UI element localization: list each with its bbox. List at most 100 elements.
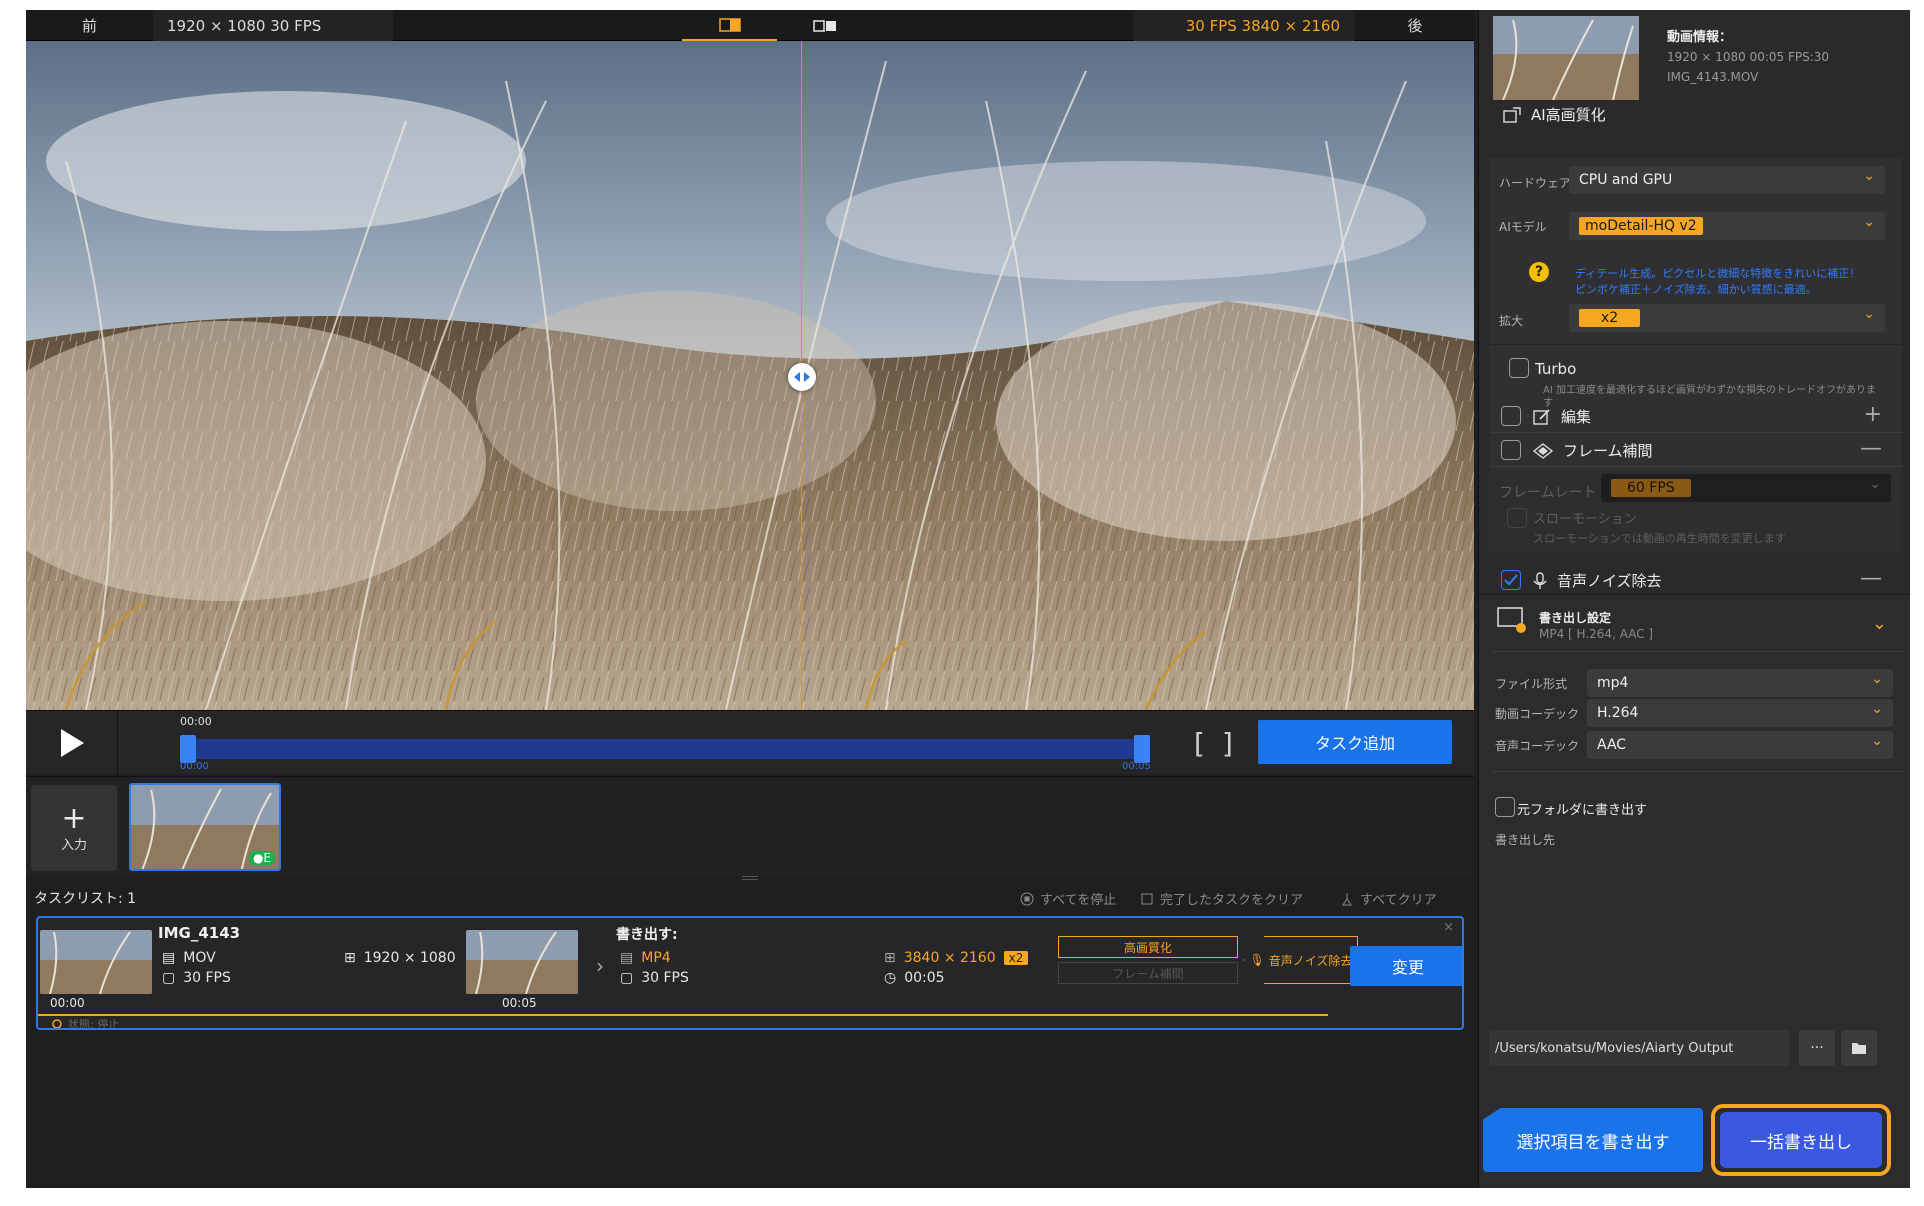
- app-window: 前 1920 × 1080 30 FPS 30 FPS 3840 × 2160 …: [26, 10, 1910, 1188]
- edit-checkbox[interactable]: [1501, 406, 1521, 426]
- add-task-button[interactable]: タスク追加: [1258, 720, 1452, 764]
- clear-done-button[interactable]: 完了したタスクをクリア: [1140, 889, 1303, 908]
- before-label: 前: [81, 17, 97, 35]
- timeline-track[interactable]: [180, 739, 1150, 759]
- video-preview[interactable]: [26, 41, 1474, 710]
- audio-codec-select[interactable]: AAC ⌄: [1587, 731, 1893, 759]
- video-codec-select[interactable]: H.264 ⌄: [1587, 699, 1893, 727]
- help-icon[interactable]: ?: [1529, 262, 1549, 282]
- export-label: 書き出す:: [616, 927, 678, 943]
- progress-bar: [38, 1014, 1328, 1016]
- slowmo-checkbox[interactable]: [1507, 508, 1527, 528]
- chevron-down-icon: ⌄: [1863, 168, 1875, 184]
- media-thumbnail[interactable]: ●E: [129, 783, 281, 871]
- turbo-checkbox[interactable]: [1509, 358, 1529, 378]
- edit-icon: [1533, 408, 1550, 425]
- export-selected-button[interactable]: 選択項目を書き出す: [1483, 1108, 1703, 1172]
- input-button[interactable]: + 入力: [31, 785, 117, 871]
- hardware-select[interactable]: CPU and GPU ⌄: [1569, 166, 1885, 194]
- fps-icon: ▢: [620, 970, 634, 986]
- side-by-side-button[interactable]: [777, 10, 872, 41]
- edit-header[interactable]: 編集: [1533, 406, 1591, 427]
- change-button[interactable]: 変更: [1350, 946, 1462, 986]
- hardware-label: ハードウェア: [1499, 176, 1572, 190]
- destination-path-field[interactable]: /Users/konatsu/Movies/Aiarty Output: [1489, 1030, 1789, 1066]
- resize-grip[interactable]: [742, 876, 758, 880]
- audio-denoise-collapse-icon[interactable]: —: [1860, 566, 1882, 591]
- broom-icon: [1342, 892, 1352, 905]
- frame-interp-checkbox[interactable]: [1501, 440, 1521, 460]
- range-end-time: 00:05: [1122, 761, 1151, 772]
- export-all-button-highlight[interactable]: 一括書き出し: [1711, 1104, 1891, 1176]
- task-time-start: 00:00: [50, 996, 85, 1010]
- chevron-right-icon: ›: [596, 954, 604, 978]
- edit-expand-icon[interactable]: +: [1864, 402, 1882, 427]
- frame-interp-header[interactable]: フレーム補間: [1533, 440, 1653, 461]
- status-icon: [52, 1019, 62, 1028]
- film-icon: ▤: [620, 950, 634, 966]
- file-format-select[interactable]: mp4 ⌄: [1587, 669, 1893, 697]
- stop-all-button[interactable]: すべてを停止: [1020, 889, 1116, 908]
- timeline: 00:00 00:00 00:05 [ ] タスク追加: [26, 710, 1474, 775]
- turbo-label: Turbo: [1535, 360, 1577, 378]
- export-settings-title: 書き出し設定: [1539, 611, 1612, 625]
- after-label: 後: [1407, 17, 1423, 35]
- file-format-label: ファイル形式: [1495, 677, 1568, 691]
- clear-all-button[interactable]: すべてクリア: [1340, 889, 1437, 908]
- clear-done-icon: [1141, 893, 1153, 904]
- model-label: AIモデル: [1499, 220, 1547, 234]
- compare-bar: 前 1920 × 1080 30 FPS 30 FPS 3840 × 2160 …: [26, 10, 1474, 41]
- frame-rate-select[interactable]: 60 FPS ⌄: [1601, 474, 1891, 502]
- chevron-down-icon: ⌄: [1871, 733, 1883, 749]
- task-name: IMG_4143: [158, 924, 241, 942]
- scale-select[interactable]: x2 ⌄: [1569, 304, 1885, 332]
- split-view-button[interactable]: [682, 10, 777, 41]
- original-folder-checkbox[interactable]: [1495, 797, 1515, 817]
- folder-icon: [1852, 1043, 1866, 1054]
- collapse-double-chevron-icon[interactable]: ⌄: [1872, 613, 1887, 634]
- folder-button[interactable]: [1841, 1030, 1877, 1066]
- tasklist-header: タスクリスト: 1 すべてを停止 完了したタスクをクリア すべてクリア: [26, 882, 1474, 912]
- output-fps: ▢ 30 FPS: [620, 970, 689, 986]
- split-arrows-icon: [794, 372, 810, 382]
- model-description: ディテール生成。ピクセルと微細な特徴をきれいに補正！ ピンボケ補正＋ノイズ除去。…: [1575, 267, 1861, 296]
- source-resolution: ⊞ 1920 × 1080: [344, 950, 456, 966]
- task-item[interactable]: IMG_4143 ▤ MOV ⊞ 1920 × 1080 ▢ 30 FPS 00:00…: [36, 916, 1464, 1030]
- export-settings-subtitle: MP4 [ H.264, AAC ]: [1539, 627, 1654, 641]
- audio-denoise-header[interactable]: 音声ノイズ除去: [1533, 570, 1662, 591]
- stop-all-label: すべてを停止: [1040, 893, 1117, 908]
- export-settings: 書き出し設定 MP4 [ H.264, AAC ] ⌄ ファイル形式 mp4 ⌄…: [1479, 594, 1910, 1188]
- denoise-tag: 🎙 音声ノイズ除去: [1244, 936, 1358, 984]
- enhance-badge: ●E: [248, 851, 275, 865]
- audio-denoise-checkbox[interactable]: [1501, 570, 1521, 590]
- video-codec-label: 動画コーデック: [1495, 707, 1580, 721]
- ai-enhance-header[interactable]: AI高画質化: [1503, 104, 1606, 125]
- video-info-filename: IMG_4143.MOV: [1667, 70, 1759, 84]
- output-format: ▤ MP4: [620, 950, 671, 966]
- chevron-down-icon: ⌄: [1871, 671, 1883, 687]
- original-folder-label: 元フォルダに書き出す: [1517, 803, 1648, 818]
- mark-out-button[interactable]: ]: [1220, 727, 1237, 760]
- chevron-down-icon: ⌄: [1871, 701, 1883, 717]
- play-button[interactable]: [26, 711, 118, 775]
- more-options-button[interactable]: ···: [1799, 1030, 1835, 1066]
- export-all-button[interactable]: 一括書き出し: [1720, 1112, 1882, 1168]
- interpolation-tag: フレーム補間: [1058, 962, 1238, 984]
- enhance-tag: 高画質化: [1058, 936, 1238, 958]
- media-strip: + 入力 ●E: [26, 776, 1474, 876]
- split-handle[interactable]: [788, 363, 816, 391]
- range-end-handle[interactable]: [1134, 735, 1150, 763]
- model-select[interactable]: moDetail-HQ v2 ⌄: [1569, 212, 1885, 240]
- frame-interp-box: フレームレート 60 FPS ⌄ スローモーション スローモーションでは動画の再…: [1489, 470, 1901, 552]
- split-view-icon: [718, 17, 741, 32]
- clear-all-label: すべてクリア: [1360, 893, 1437, 908]
- output-duration: ◷ 00:05: [884, 970, 945, 986]
- resolution-icon: ⊞: [344, 950, 356, 966]
- video-info-title: 動画情報：: [1667, 30, 1733, 45]
- chevron-down-icon: ⌄: [1869, 476, 1881, 492]
- frame-interp-collapse-icon[interactable]: —: [1860, 436, 1882, 461]
- close-icon[interactable]: ×: [1443, 920, 1454, 935]
- range-start-handle[interactable]: [180, 735, 196, 763]
- mark-in-button[interactable]: [: [1190, 727, 1207, 760]
- chevron-down-icon: ⌄: [1863, 306, 1875, 322]
